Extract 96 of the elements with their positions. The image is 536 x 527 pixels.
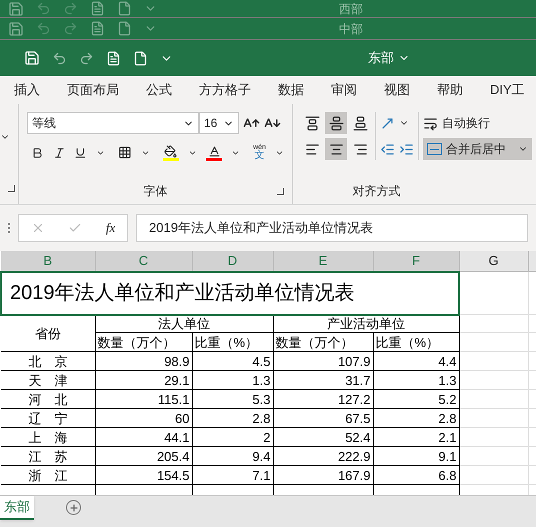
ribbon-tab[interactable]: 视图 (384, 80, 410, 100)
table-header-cell: 数量（万个） (273, 332, 373, 352)
formula-field[interactable]: 2019年法人单位和产业活动单位情况表 (136, 214, 528, 242)
table-cell: 1.3 (373, 370, 459, 390)
horizontal-align-icon (352, 142, 368, 156)
table-header-cell: 比重（%） (373, 332, 459, 352)
table-cell: 4.5 (192, 352, 273, 370)
table-header-cell: 产业活动单位 (273, 314, 459, 332)
column-header[interactable]: E (273, 251, 373, 272)
vertical-align-icon (352, 116, 368, 130)
table-cell: 154.5 (95, 466, 192, 484)
underline-icon[interactable] (74, 146, 88, 160)
table-cell: 44.1 (95, 428, 192, 446)
table-cell: 天 津 (1, 370, 95, 390)
table-header-cell: 数量（万个） (95, 332, 192, 352)
save-icon[interactable] (24, 50, 40, 66)
table-cell: 辽 宁 (1, 408, 95, 428)
table-cell: 上 海 (1, 428, 95, 446)
table-cell: 9.4 (192, 446, 273, 466)
window-title: 中部 (339, 20, 363, 38)
vertical-align-icon (304, 116, 320, 130)
dialog-launcher-icon[interactable] (8, 185, 15, 192)
table-cell: 4.4 (373, 352, 459, 370)
ribbon-tab[interactable]: 审阅 (331, 80, 357, 100)
vertical-align-icon (328, 116, 344, 130)
table-header-cell: 法人单位 (95, 314, 273, 332)
table-cell: 52.4 (273, 428, 373, 446)
table-cell: 222.9 (273, 446, 373, 466)
table-cell: 5.3 (192, 390, 273, 408)
column-header[interactable]: F (373, 251, 459, 272)
group-label: 对齐方式 (352, 183, 400, 200)
ribbon-tab[interactable]: 插入 (14, 80, 40, 100)
merge-icon (427, 143, 442, 155)
horizontal-align-icon (304, 142, 320, 156)
ribbon-tab[interactable]: 数据 (278, 80, 304, 100)
vertical-align-button[interactable] (325, 112, 347, 134)
horizontal-align-icon (328, 142, 344, 156)
table-cell: 167.9 (273, 466, 373, 484)
font-size-field[interactable]: 16 (199, 112, 239, 134)
ribbon-tab[interactable]: DIY工 (490, 80, 525, 100)
font-name-field[interactable]: 等线 (27, 112, 199, 134)
bold-icon[interactable] (31, 146, 44, 160)
table-cell: 浙 江 (1, 466, 95, 484)
ribbon-tab[interactable]: 帮助 (437, 80, 463, 100)
table-cell: 29.1 (95, 370, 192, 390)
group-label: 字体 (144, 183, 168, 200)
ribbon-tab[interactable]: 方方格子 (199, 80, 251, 100)
window-title: 东部 (368, 49, 394, 68)
table-cell: 6.8 (373, 466, 459, 484)
orientation-icon[interactable] (380, 116, 395, 130)
table-cell: 107.9 (273, 352, 373, 370)
table-cell: 江 苏 (1, 446, 95, 466)
table-cell: 2 (192, 428, 273, 446)
table-header-cell: 比重（%） (192, 332, 273, 352)
new-file-icon[interactable] (133, 50, 148, 66)
table-header-cell: 省份 (1, 314, 95, 352)
fill-color-icon[interactable] (162, 144, 179, 160)
decrease-indent-icon[interactable] (380, 142, 395, 156)
merge-center-button[interactable]: 合并后居中 (423, 138, 532, 160)
table-cell: 31.7 (273, 370, 373, 390)
table-cell: 北 京 (1, 352, 95, 370)
table-cell: 河 北 (1, 390, 95, 408)
wrap-text-button[interactable]: 自动换行 (423, 112, 532, 134)
window-title: 西部 (339, 0, 363, 18)
table-cell: 115.1 (95, 390, 192, 408)
print-preview-icon[interactable] (106, 50, 121, 66)
column-header[interactable]: B (1, 251, 95, 272)
table-cell: 98.9 (95, 352, 192, 370)
table-cell: 7.1 (192, 466, 273, 484)
column-header[interactable]: D (192, 251, 273, 272)
table-cell: 9.1 (373, 446, 459, 466)
table-cell: 2.8 (192, 408, 273, 428)
increase-indent-icon[interactable] (399, 142, 414, 156)
wrap-text-icon (423, 116, 438, 130)
table-cell: 5.2 (373, 390, 459, 408)
italic-icon[interactable] (52, 146, 66, 160)
insert-function-button[interactable]: fx (106, 218, 116, 238)
ribbon-tab[interactable]: 公式 (146, 80, 172, 100)
borders-icon[interactable] (118, 145, 132, 160)
table-cell: 2.1 (373, 428, 459, 446)
horizontal-align-button[interactable] (325, 138, 347, 160)
table-cell: 127.2 (273, 390, 373, 408)
table-cell: 1.3 (192, 370, 273, 390)
font-color-icon[interactable] (206, 144, 222, 160)
table-cell: 67.5 (273, 408, 373, 428)
ribbon-tab[interactable]: 页面布局 (67, 80, 119, 100)
table-cell: 2.8 (373, 408, 459, 428)
column-header[interactable]: C (95, 251, 192, 272)
sheet-tab[interactable]: 东部 (0, 496, 34, 520)
add-sheet-icon[interactable] (66, 500, 81, 515)
drag-handle-icon[interactable] (8, 223, 10, 233)
table-cell: 60 (95, 408, 192, 428)
column-header[interactable]: G (459, 251, 528, 272)
title-cell: 2019年法人单位和产业活动单位情况表 (1, 272, 459, 314)
dialog-launcher-icon[interactable] (277, 188, 284, 194)
table-cell: 205.4 (95, 446, 192, 466)
